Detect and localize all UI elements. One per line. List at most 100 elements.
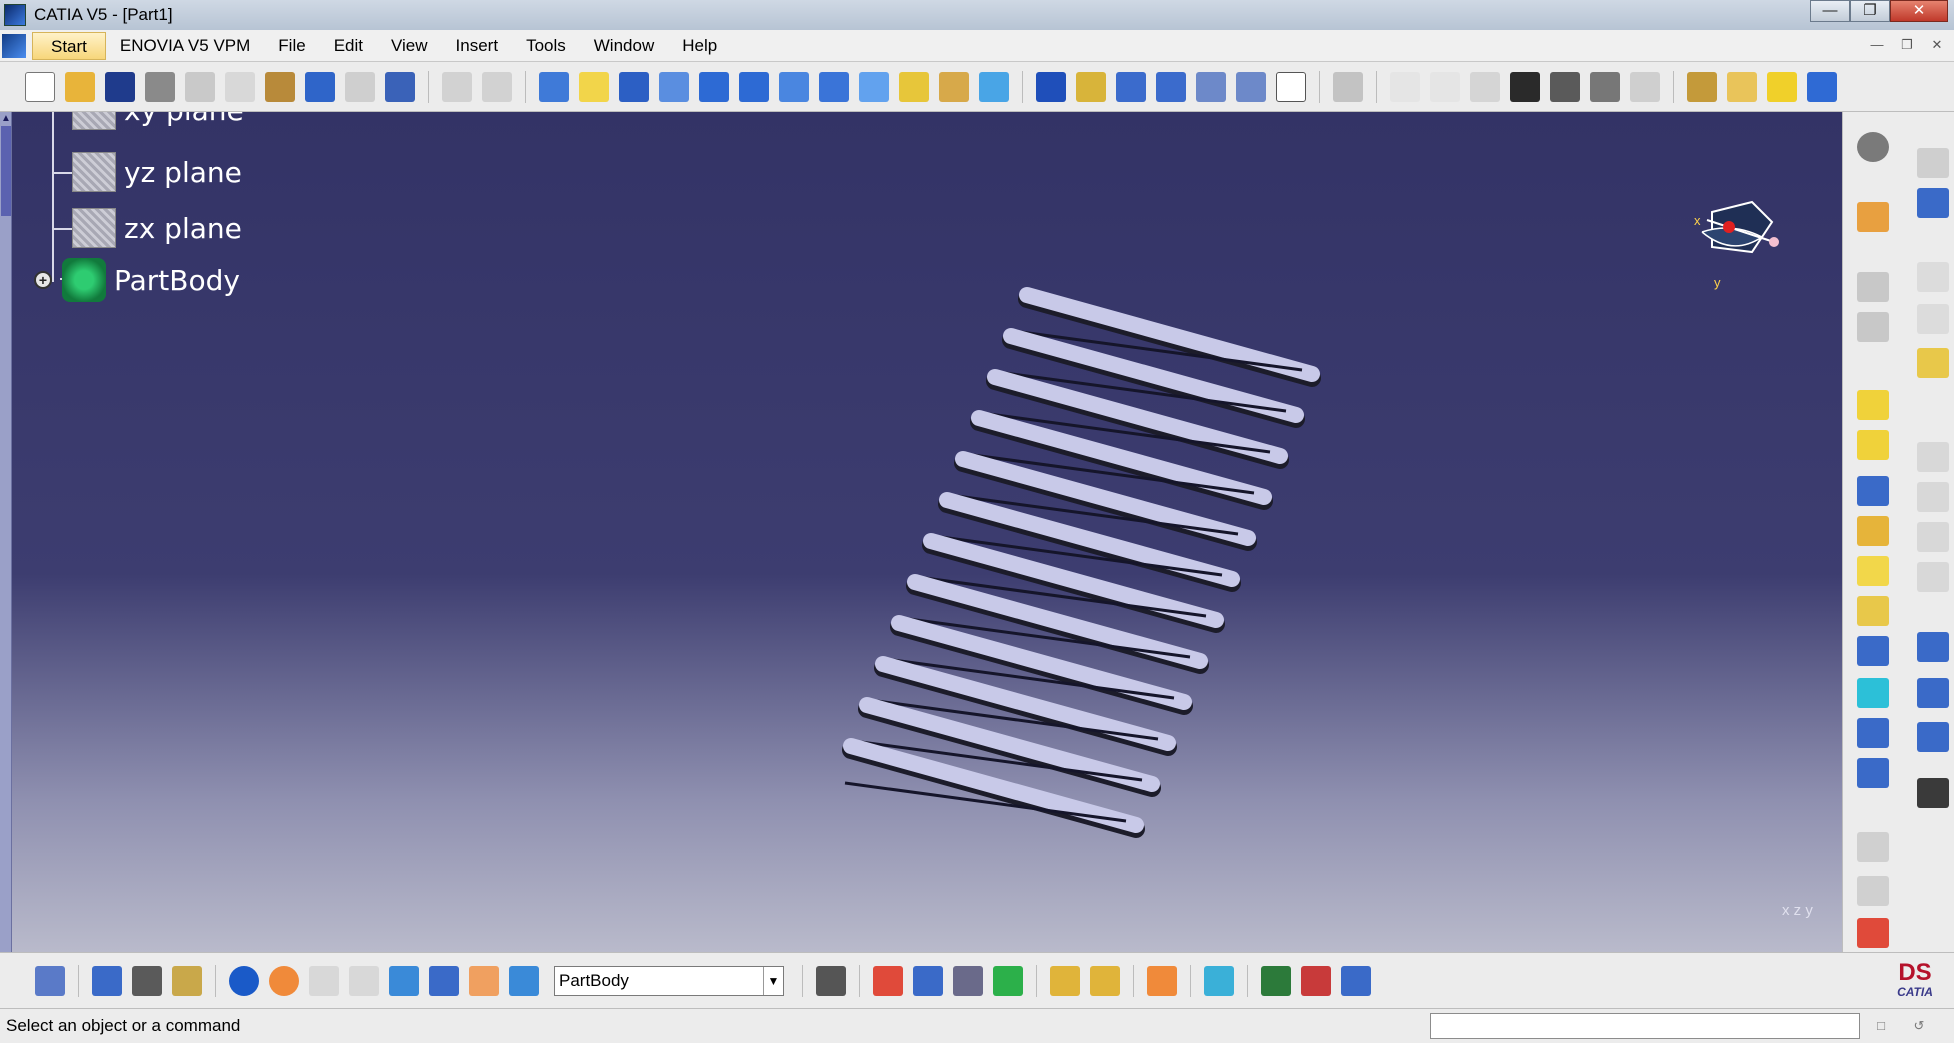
text-annotation-icon[interactable] xyxy=(1857,832,1889,862)
tools-2-icon[interactable] xyxy=(1090,965,1120,996)
menu-help[interactable]: Help xyxy=(668,32,731,60)
power-input-field[interactable] xyxy=(1430,1013,1860,1039)
scaling-icon[interactable] xyxy=(1917,778,1949,808)
settings-gear-icon[interactable] xyxy=(1857,132,1889,162)
target-icon[interactable] xyxy=(953,965,983,996)
menu-view[interactable]: View xyxy=(377,32,442,60)
dimension-icon[interactable] xyxy=(349,965,379,996)
custom-view-icon[interactable] xyxy=(1276,71,1306,102)
update-icon[interactable] xyxy=(442,71,472,102)
zoom-out-icon[interactable] xyxy=(739,71,769,102)
power-input-history-button[interactable]: ↺ xyxy=(1904,1015,1934,1037)
measure-inertia-icon[interactable] xyxy=(1767,71,1797,102)
shading-no-edges-icon[interactable] xyxy=(1116,71,1146,102)
select-set-icon[interactable] xyxy=(35,965,65,996)
select-arrow-icon[interactable] xyxy=(1857,202,1889,232)
multi-view-icon[interactable] xyxy=(819,71,849,102)
wireframe-icon[interactable] xyxy=(1196,71,1226,102)
knowledge-icon[interactable] xyxy=(1550,71,1580,102)
paste-icon[interactable] xyxy=(265,71,295,102)
spiral-icon[interactable] xyxy=(229,965,259,996)
menu-edit[interactable]: Edit xyxy=(320,32,377,60)
slot-icon[interactable] xyxy=(1857,636,1889,666)
fit-all-icon[interactable] xyxy=(579,71,609,102)
hidden-edges-icon[interactable] xyxy=(1156,71,1186,102)
catalog-icon[interactable] xyxy=(873,965,903,996)
rect-pattern-icon[interactable] xyxy=(1917,678,1949,708)
user-pattern-icon[interactable] xyxy=(1917,722,1949,752)
pocket-icon[interactable] xyxy=(1857,430,1889,460)
doc-close-button[interactable]: ✕ xyxy=(1924,34,1950,56)
save-icon[interactable] xyxy=(105,71,135,102)
whats-this-icon[interactable] xyxy=(385,71,415,102)
panel-icon[interactable] xyxy=(1917,148,1949,178)
layers-icon[interactable] xyxy=(1204,965,1234,996)
chamfer-icon[interactable] xyxy=(1917,482,1949,512)
pan-icon[interactable] xyxy=(619,71,649,102)
rib-icon[interactable] xyxy=(1857,596,1889,626)
groove-icon[interactable] xyxy=(1857,556,1889,586)
swap-space-icon[interactable] xyxy=(979,71,1009,102)
chevron-down-icon[interactable]: ▼ xyxy=(763,966,783,995)
menu-window[interactable]: Window xyxy=(580,32,668,60)
measure-icon[interactable] xyxy=(1727,71,1757,102)
flag-note-icon[interactable] xyxy=(1857,876,1889,906)
manual-update-icon[interactable] xyxy=(482,71,512,102)
pad-icon[interactable] xyxy=(1857,390,1889,420)
draft-icon[interactable] xyxy=(1917,522,1949,552)
layer-icon[interactable] xyxy=(509,965,539,996)
shading-edges-icon[interactable] xyxy=(1076,71,1106,102)
shaft-icon[interactable] xyxy=(1857,476,1889,506)
simulate-blue-icon[interactable] xyxy=(1341,965,1371,996)
menu-start[interactable]: Start xyxy=(32,31,106,60)
shading-icon[interactable] xyxy=(899,71,929,102)
snap-icon[interactable] xyxy=(429,965,459,996)
fillet-icon[interactable] xyxy=(1917,442,1949,472)
analysis-icon[interactable] xyxy=(1807,71,1837,102)
menu-insert[interactable]: Insert xyxy=(442,32,513,60)
comment-icon[interactable] xyxy=(1430,71,1460,102)
design-table-icon[interactable] xyxy=(1510,71,1540,102)
brush-icon[interactable] xyxy=(1147,965,1177,996)
positioned-sketch-icon[interactable] xyxy=(1857,312,1889,342)
body-selector[interactable]: PartBody ▼ xyxy=(554,965,784,996)
spring-coil[interactable] xyxy=(843,738,1144,833)
parameters-icon[interactable] xyxy=(1630,71,1660,102)
minimize-button[interactable]: — xyxy=(1810,0,1850,22)
doc-restore-button[interactable]: ❐ xyxy=(1894,34,1920,56)
lock-icon[interactable] xyxy=(1590,71,1620,102)
shell-icon[interactable] xyxy=(1917,562,1949,592)
new-file-icon[interactable] xyxy=(25,71,55,102)
loft-icon[interactable] xyxy=(1857,718,1889,748)
tree-scrollbar[interactable]: ▲ xyxy=(0,112,12,952)
plane-tool-icon[interactable] xyxy=(1917,348,1949,378)
close-button[interactable]: ✕ xyxy=(1890,0,1948,22)
scroll-thumb[interactable] xyxy=(1,126,11,216)
law-icon[interactable] xyxy=(1470,71,1500,102)
3d-viewport[interactable]: xy plane yz plane zx plane + PartBody x … xyxy=(12,112,1842,952)
tools-icon[interactable] xyxy=(1050,965,1080,996)
dynamic-hidden-icon[interactable] xyxy=(1236,71,1266,102)
axis-system-icon[interactable] xyxy=(309,965,339,996)
zoom-in-icon[interactable] xyxy=(699,71,729,102)
menu-file[interactable]: File xyxy=(264,32,319,60)
undo-icon[interactable] xyxy=(305,71,335,102)
map-icon[interactable] xyxy=(913,965,943,996)
apply-material-side-icon[interactable] xyxy=(1857,918,1889,948)
sketcher-icon[interactable] xyxy=(1333,71,1363,102)
catia-app-icon[interactable] xyxy=(4,4,26,26)
print-icon[interactable] xyxy=(145,71,175,102)
solid-combine-icon[interactable] xyxy=(1857,678,1889,708)
line-icon[interactable] xyxy=(1917,304,1949,334)
restore-button[interactable]: ❐ xyxy=(1850,0,1890,22)
cylinder-icon[interactable] xyxy=(1036,71,1066,102)
open-folder-icon[interactable] xyxy=(65,71,95,102)
formula-icon[interactable] xyxy=(1390,71,1420,102)
mirror-icon[interactable] xyxy=(1917,632,1949,662)
point-icon[interactable] xyxy=(1917,262,1949,292)
rotate-icon[interactable] xyxy=(659,71,689,102)
camera-icon[interactable] xyxy=(816,965,846,996)
apply-material-icon[interactable] xyxy=(1687,71,1717,102)
sketch-icon[interactable] xyxy=(1857,272,1889,302)
doc-minimize-button[interactable]: — xyxy=(1864,34,1890,56)
